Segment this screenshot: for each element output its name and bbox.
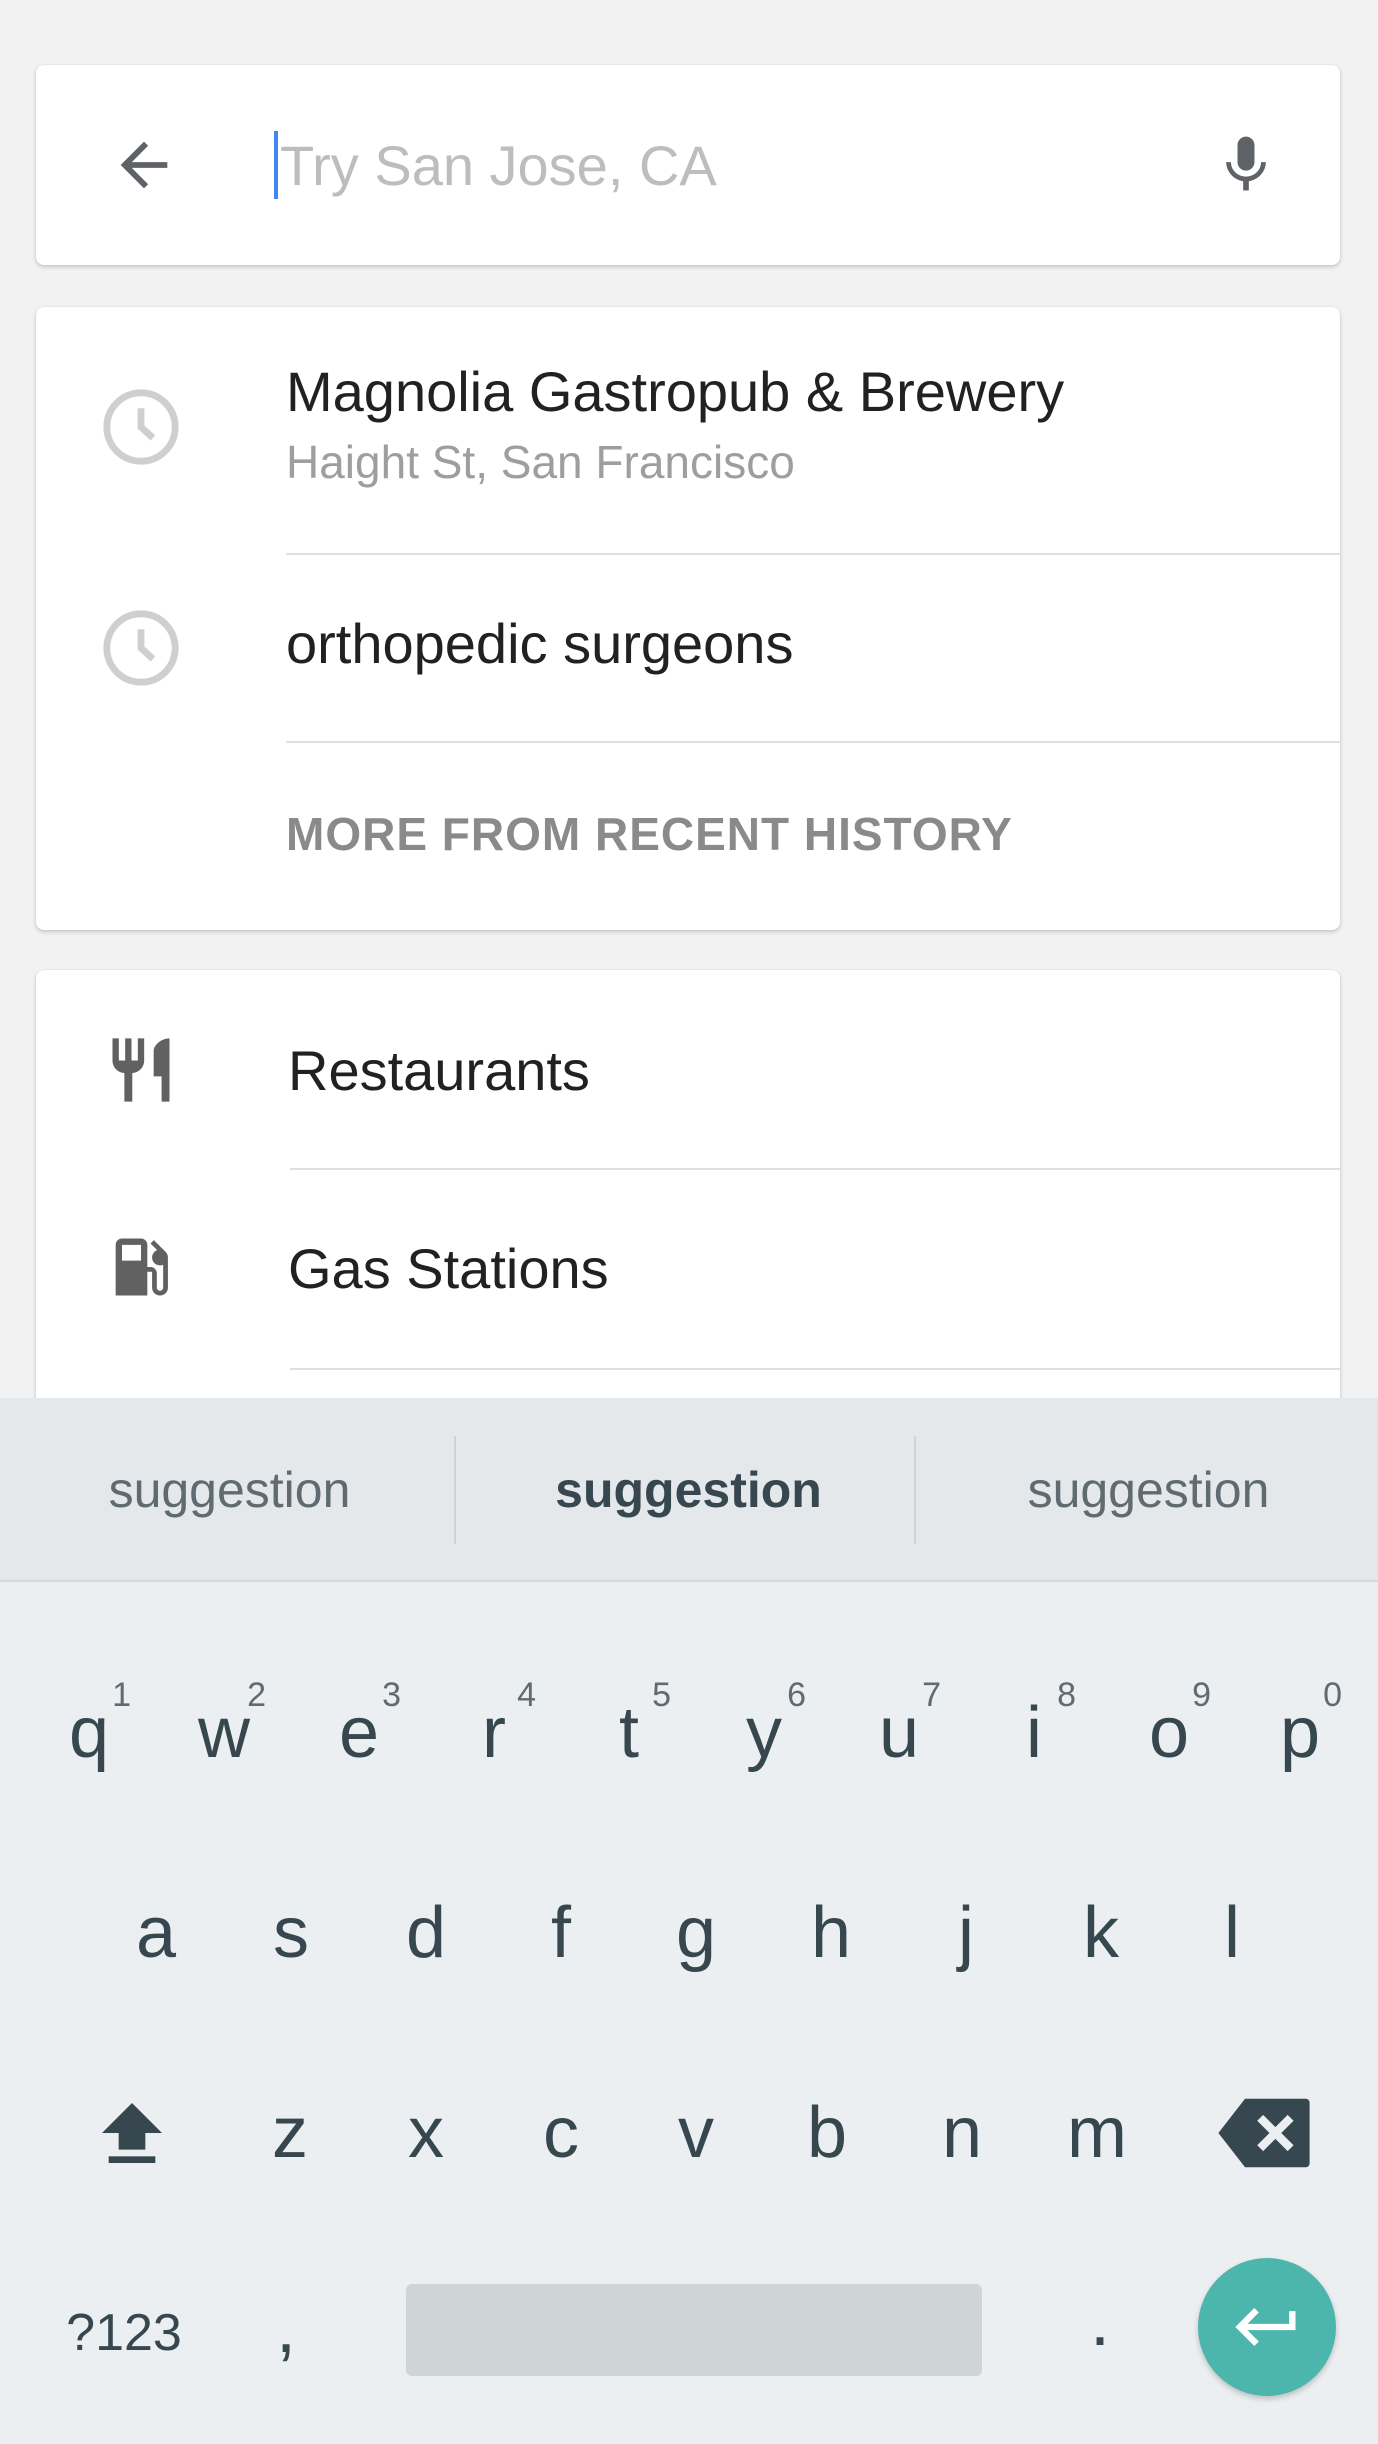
key-hint: 0 [1323, 1676, 1342, 1714]
category-label: Restaurants [288, 1039, 590, 1102]
restaurant-icon [96, 1025, 186, 1115]
text-caret [274, 131, 278, 199]
shift-icon [102, 2103, 162, 2163]
key-a[interactable]: a [96, 1858, 216, 2008]
key-w[interactable]: w2 [164, 1658, 284, 1808]
recent-item[interactable]: Magnolia Gastropub & Brewery Haight St, … [36, 307, 1340, 553]
key-c[interactable]: c [501, 2058, 621, 2208]
key-x[interactable]: x [366, 2058, 486, 2208]
key-z[interactable]: z [230, 2058, 350, 2208]
recent-item[interactable]: orthopedic surgeons [36, 555, 1340, 741]
key-b[interactable]: b [767, 2058, 887, 2208]
key-j[interactable]: j [906, 1858, 1026, 2008]
category-label: Gas Stations [288, 1237, 609, 1300]
key-k[interactable]: k [1041, 1858, 1161, 2008]
suggestion-left[interactable]: suggestion [0, 1398, 459, 1582]
enter-icon [1235, 2308, 1296, 2346]
suggestion-divider [454, 1436, 456, 1544]
divider [290, 1368, 1340, 1370]
gas-station-icon [96, 1222, 186, 1312]
suggestion-right[interactable]: suggestion [919, 1398, 1378, 1582]
key-hint: 9 [1192, 1676, 1211, 1714]
recent-item-title: Magnolia Gastropub & Brewery [286, 360, 1065, 423]
key-q[interactable]: q1 [29, 1658, 149, 1808]
key-y[interactable]: y6 [704, 1658, 824, 1808]
key-hint: 1 [112, 1676, 131, 1714]
key-f[interactable]: f [501, 1858, 621, 2008]
key-m[interactable]: m [1037, 2058, 1157, 2208]
comma-key[interactable]: , [226, 2253, 346, 2403]
search-placeholder: Try San Jose, CA [280, 133, 717, 197]
soft-keyboard: suggestion suggestion suggestion q1 w2 e… [0, 1398, 1378, 2444]
key-p[interactable]: p0 [1240, 1658, 1360, 1808]
key-r[interactable]: r4 [434, 1658, 554, 1808]
key-hint: 8 [1057, 1676, 1076, 1714]
more-history-label: MORE FROM RECENT HISTORY [286, 808, 1013, 860]
key-hint: 4 [517, 1676, 536, 1714]
category-item-restaurants[interactable]: Restaurants [36, 970, 1340, 1170]
clock-icon [96, 382, 186, 472]
key-o[interactable]: o9 [1109, 1658, 1229, 1808]
key-n[interactable]: n [902, 2058, 1022, 2208]
microphone-icon [1226, 136, 1266, 191]
search-bar: Try San Jose, CA [36, 65, 1340, 265]
voice-search-button[interactable] [1206, 125, 1286, 205]
key-t[interactable]: t5 [569, 1658, 689, 1808]
key-h[interactable]: h [771, 1858, 891, 2008]
enter-button[interactable] [1198, 2258, 1336, 2396]
key-hint: 5 [652, 1676, 671, 1714]
period-key[interactable]: . [1040, 2246, 1160, 2396]
key-hint: 3 [382, 1676, 401, 1714]
more-from-recent-history[interactable]: MORE FROM RECENT HISTORY [36, 743, 1340, 930]
suggestion-divider [914, 1436, 916, 1544]
recent-history-card: Magnolia Gastropub & Brewery Haight St, … [36, 307, 1340, 930]
clock-icon [96, 603, 186, 693]
backspace-key[interactable] [1204, 2058, 1324, 2208]
shift-key[interactable] [72, 2058, 192, 2208]
suggestion-center[interactable]: suggestion [459, 1398, 918, 1582]
key-i[interactable]: i8 [974, 1658, 1094, 1808]
suggestion-strip: suggestion suggestion suggestion [0, 1398, 1378, 1582]
recent-item-title: orthopedic surgeons [286, 612, 794, 675]
key-hint: 2 [247, 1676, 266, 1714]
symbols-key[interactable]: ?123 [44, 2258, 204, 2408]
category-item-gas-stations[interactable]: Gas Stations [36, 1170, 1340, 1368]
back-button[interactable] [104, 125, 184, 205]
space-bar[interactable] [406, 2284, 982, 2376]
key-hint: 7 [922, 1676, 941, 1714]
key-v[interactable]: v [636, 2058, 756, 2208]
key-g[interactable]: g [636, 1858, 756, 2008]
key-s[interactable]: s [231, 1858, 351, 2008]
key-l[interactable]: l [1172, 1858, 1292, 2008]
key-d[interactable]: d [366, 1858, 486, 2008]
search-input[interactable]: Try San Jose, CA [274, 120, 1174, 210]
arrow-back-icon [120, 141, 168, 189]
key-hint: 6 [787, 1676, 806, 1714]
backspace-icon [1218, 2098, 1310, 2168]
key-u[interactable]: u7 [839, 1658, 959, 1808]
key-e[interactable]: e3 [299, 1658, 419, 1808]
recent-item-subtitle: Haight St, San Francisco [286, 436, 795, 488]
